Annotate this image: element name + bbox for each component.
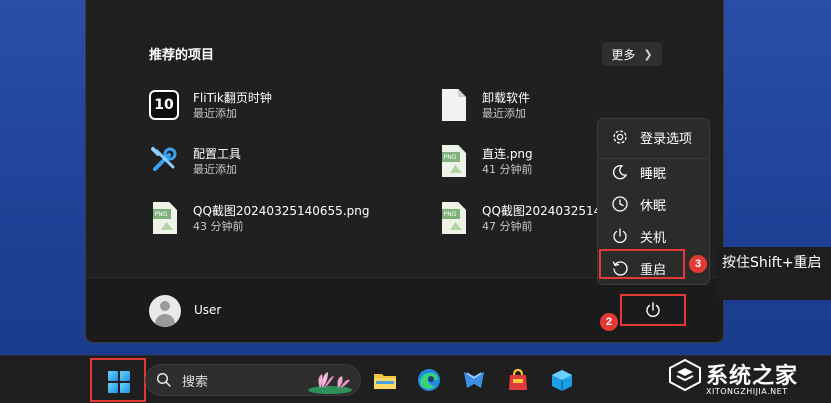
file-explorer-icon[interactable]: [372, 367, 398, 393]
recommended-item-zhilian-png[interactable]: PNG 直连.png 41 分钟前: [438, 145, 533, 179]
item-subtitle: 最近添加: [193, 163, 237, 176]
power-icon: [610, 226, 630, 246]
png-file-icon: PNG: [149, 202, 183, 236]
png-file-icon: PNG: [438, 202, 472, 236]
item-name: QQ截图20240325140655.png: [193, 204, 370, 218]
item-subtitle: 最近添加: [193, 107, 237, 120]
recommended-item-fliptik[interactable]: 10 FliTik翻页时钟 最近添加: [149, 89, 272, 123]
power-icon: [646, 302, 660, 317]
more-button[interactable]: 更多 ❯: [602, 42, 662, 66]
lotus-flower-icon: [308, 372, 352, 394]
item-subtitle: 47 分钟前: [482, 220, 533, 233]
power-button[interactable]: [620, 294, 686, 326]
site-watermark: 系统之家 XITONGZHIJIA.NET: [668, 356, 828, 402]
step-badge-2: 2: [600, 313, 618, 331]
moon-icon: [610, 162, 630, 182]
app-blue-icon[interactable]: [461, 367, 487, 393]
app-red-bag-icon[interactable]: [505, 367, 531, 393]
app-cube-icon[interactable]: [549, 367, 575, 393]
menu-item-hibernate[interactable]: 休眠: [598, 188, 711, 220]
recommended-item-config-tool[interactable]: 配置工具 最近添加: [149, 145, 241, 179]
item-subtitle: 最近添加: [482, 107, 526, 120]
recommended-item-uninstall[interactable]: 卸载软件 最近添加: [438, 89, 530, 123]
item-name: 直连.png: [482, 147, 533, 161]
menu-item-label: 登录选项: [640, 131, 693, 147]
item-name: 卸载软件: [482, 91, 531, 105]
watermark-brand: 系统之家: [706, 364, 799, 389]
file-icon: [438, 89, 472, 123]
clock-icon: [610, 194, 630, 214]
menu-item-label: 关机: [640, 230, 667, 246]
menu-item-sleep[interactable]: 睡眠: [598, 156, 711, 188]
item-name: FliTik翻页时钟: [193, 91, 272, 105]
more-label: 更多: [611, 47, 636, 62]
item-name: 配置工具: [193, 147, 242, 161]
menu-item-label: 休眠: [640, 198, 667, 214]
windows-logo-icon: [108, 371, 130, 393]
search-icon: [156, 372, 171, 387]
search-box[interactable]: 搜索: [145, 364, 361, 396]
fliptik-10-icon: 10: [149, 89, 183, 123]
avatar[interactable]: [149, 295, 181, 327]
edge-browser-icon[interactable]: [416, 367, 442, 393]
restart-highlight: [599, 249, 685, 279]
menu-item-sign-in-options[interactable]: 登录选项: [598, 121, 711, 153]
recommended-item-qq-screenshot-1[interactable]: PNG QQ截图20240325140655.png 43 分钟前: [149, 202, 369, 236]
recommended-item-qq-screenshot-2[interactable]: PNG QQ截图20240325140 47 分钟前: [438, 202, 609, 236]
step-badge-3: 3: [689, 255, 707, 273]
start-button[interactable]: [90, 358, 146, 402]
gear-icon: [610, 127, 630, 147]
watermark-url: XITONGZHIJIA.NET: [706, 387, 788, 396]
chevron-right-icon: ❯: [643, 47, 653, 61]
search-placeholder: 搜索: [182, 374, 209, 390]
item-subtitle: 43 分钟前: [193, 220, 244, 233]
menu-item-shutdown[interactable]: 关机: [598, 220, 711, 252]
item-name: QQ截图20240325140: [482, 204, 609, 218]
png-file-icon: PNG: [438, 145, 472, 179]
tools-icon: [149, 145, 183, 179]
start-footer: User: [86, 278, 723, 342]
hint-tooltip: 按住Shift+重启: [716, 247, 831, 300]
xitongzhijia-logo-icon: [669, 358, 701, 392]
item-subtitle: 41 分钟前: [482, 163, 533, 176]
recommended-title: 推荐的项目: [149, 48, 215, 63]
user-name[interactable]: User: [194, 303, 221, 317]
menu-item-label: 睡眠: [640, 166, 667, 182]
